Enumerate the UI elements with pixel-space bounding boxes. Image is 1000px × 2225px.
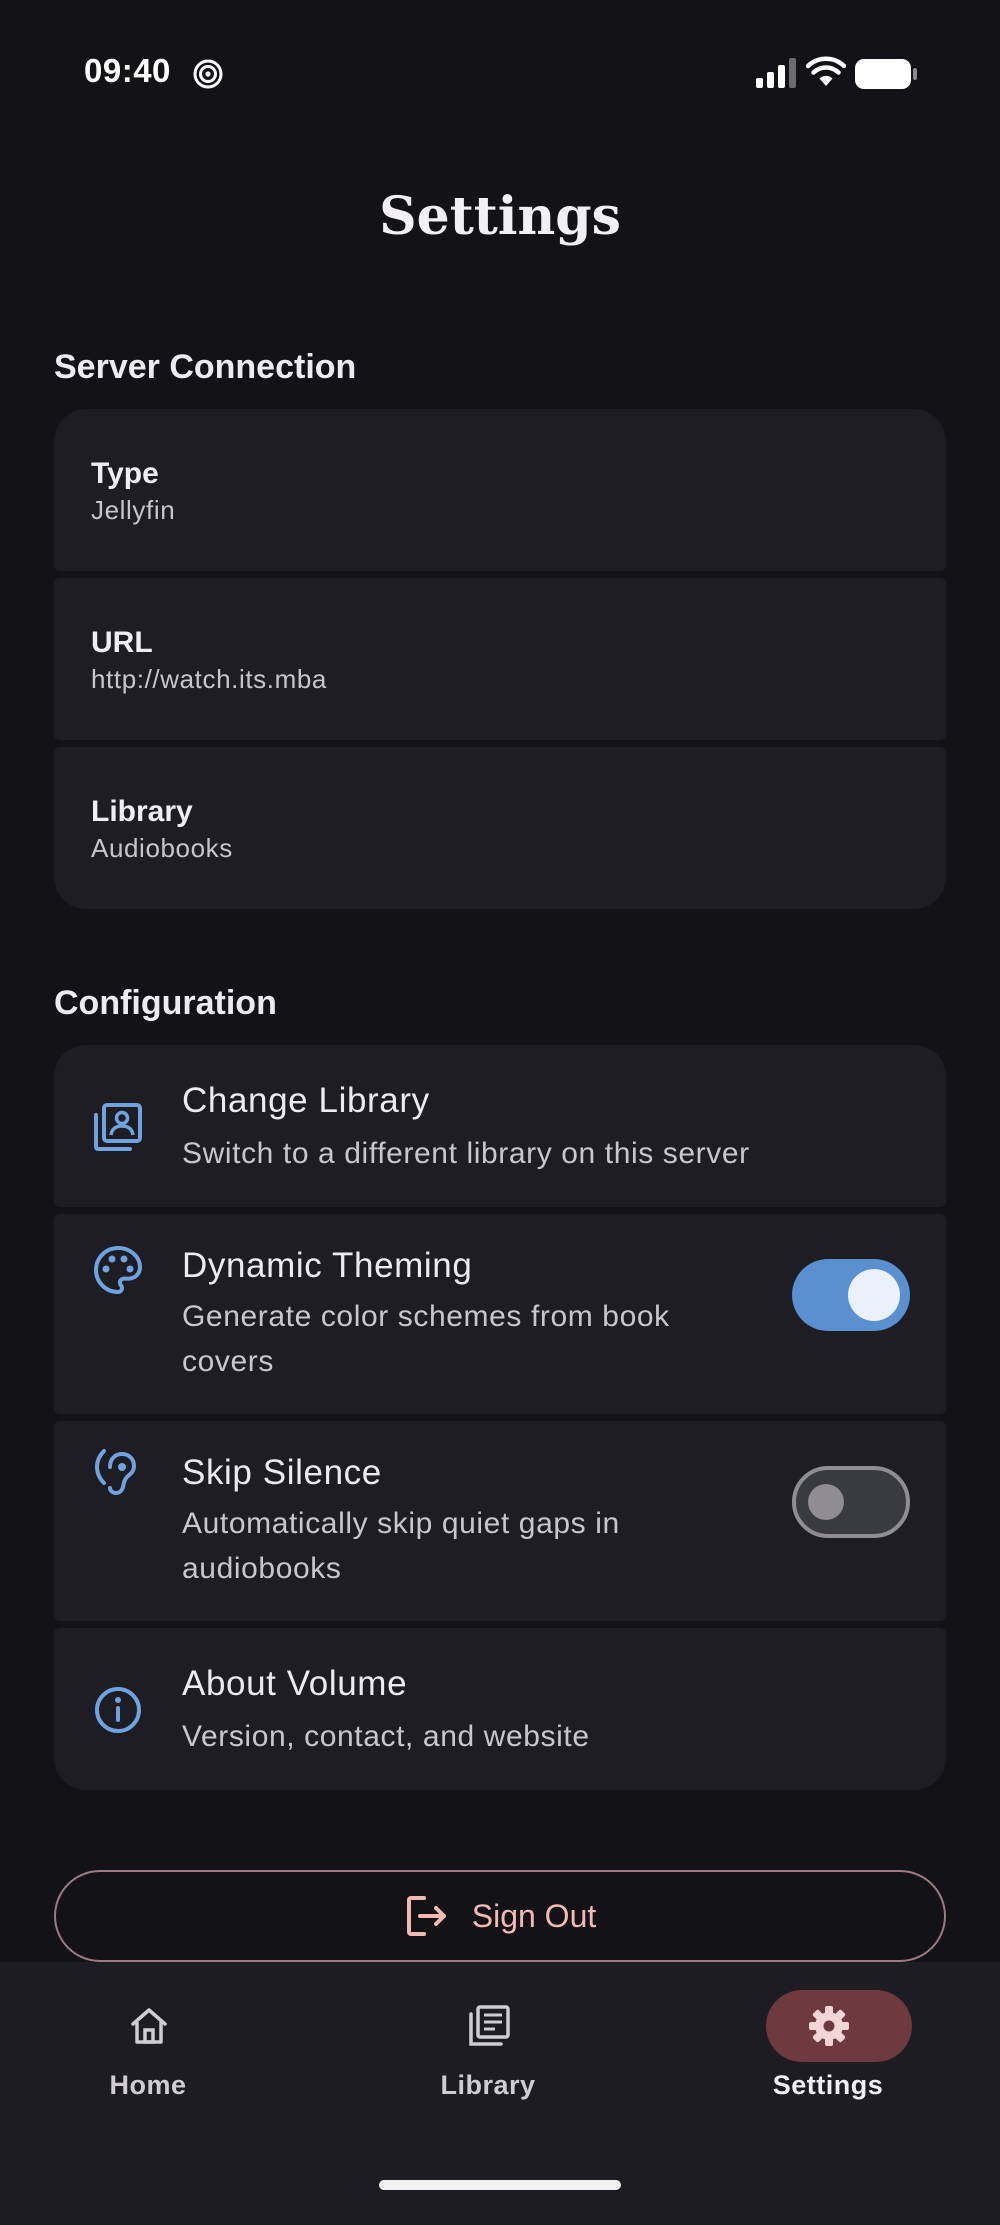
- server-url-label: URL: [91, 626, 153, 659]
- section-title-server-connection: Server Connection: [54, 348, 357, 386]
- about-volume-description: Version, contact, and website: [182, 1720, 590, 1753]
- server-library-label: Library: [91, 795, 193, 828]
- nav-item-settings[interactable]: Settings: [718, 1962, 938, 2102]
- server-library-row: Library Audiobooks: [54, 747, 946, 909]
- server-url-value: http://watch.its.mba: [91, 664, 327, 694]
- skip-silence-toggle[interactable]: [792, 1466, 910, 1538]
- gear-icon: [809, 2006, 849, 2046]
- dynamic-theming-title: Dynamic Theming: [182, 1246, 473, 1285]
- nav-label-home: Home: [109, 2070, 187, 2100]
- status-time: 09:40: [84, 52, 171, 89]
- status-bar: 09:40: [0, 0, 1000, 140]
- home-icon: [131, 2008, 167, 2044]
- home-indicator: [379, 2180, 621, 2190]
- skip-silence-row[interactable]: Skip Silence Automatically skip quiet ga…: [54, 1421, 946, 1621]
- change-library-description: Switch to a different library on this se…: [182, 1137, 750, 1170]
- section-title-configuration: Configuration: [54, 984, 277, 1022]
- dynamic-theming-toggle[interactable]: [792, 1259, 910, 1331]
- about-volume-row[interactable]: About Volume Version, contact, and websi…: [54, 1628, 946, 1790]
- server-type-value: Jellyfin: [91, 495, 176, 525]
- server-type-row: Type Jellyfin: [54, 409, 946, 571]
- nav-label-settings: Settings: [772, 2070, 884, 2100]
- change-library-title: Change Library: [182, 1081, 430, 1120]
- sign-out-label: Sign Out: [471, 1897, 597, 1934]
- palette-icon: [93, 1245, 143, 1295]
- server-type-label: Type: [91, 457, 159, 490]
- nav-item-home[interactable]: Home: [38, 1962, 258, 2102]
- page-title: Settings: [379, 186, 621, 247]
- hotspot-icon: [193, 59, 223, 89]
- skip-silence-description: Automatically skip quiet gaps in audiobo…: [182, 1507, 620, 1585]
- dynamic-theming-description: Generate color schemes from book covers: [182, 1300, 670, 1378]
- toggle-knob: [808, 1484, 844, 1520]
- sign-out-button[interactable]: Sign Out: [54, 1870, 946, 1962]
- server-library-value: Audiobooks: [91, 833, 233, 863]
- info-icon: [95, 1687, 141, 1733]
- logout-icon: [406, 1896, 446, 1936]
- library-nav-icon: [469, 2005, 510, 2046]
- wifi-icon: [806, 56, 846, 86]
- toggle-knob: [848, 1269, 900, 1321]
- cellular-signal-icon: [756, 58, 796, 88]
- dynamic-theming-row[interactable]: Dynamic Theming Generate color schemes f…: [54, 1214, 946, 1414]
- nav-item-library[interactable]: Library: [378, 1962, 598, 2102]
- change-library-row[interactable]: Change Library Switch to a different lib…: [54, 1045, 946, 1207]
- battery-icon: [855, 59, 917, 89]
- about-volume-title: About Volume: [182, 1664, 408, 1703]
- library-icon: [94, 1103, 142, 1151]
- nav-label-library: Library: [440, 2070, 536, 2100]
- hearing-icon: [94, 1449, 137, 1496]
- skip-silence-title: Skip Silence: [182, 1453, 382, 1492]
- server-url-row: URL http://watch.its.mba: [54, 578, 946, 740]
